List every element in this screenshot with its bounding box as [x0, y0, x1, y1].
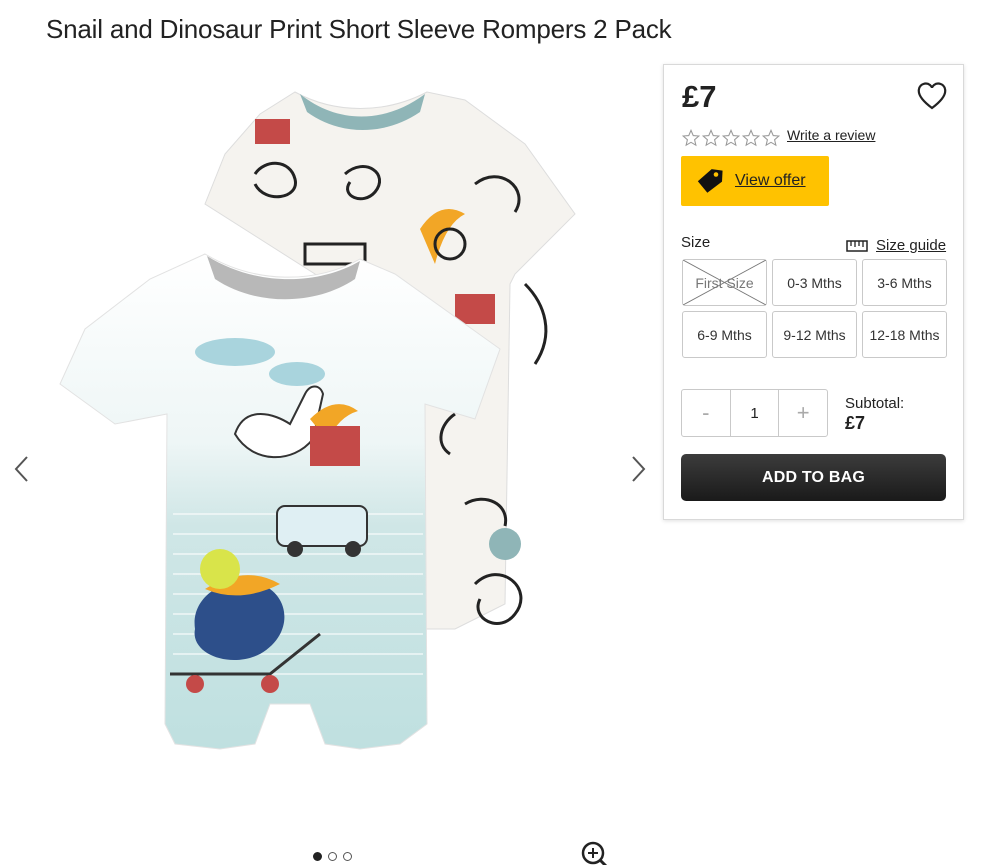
size-option-label: 6-9 Mths — [697, 326, 752, 343]
gallery-dot[interactable] — [313, 852, 322, 861]
product-price: £7 — [682, 79, 717, 114]
gallery-pagination — [313, 852, 352, 861]
product-gallery — [0, 62, 660, 865]
price-tag-icon — [697, 169, 723, 193]
size-option-3-6-mths[interactable]: 3-6 Mths — [862, 259, 947, 306]
size-option-label: 0-3 Mths — [787, 274, 842, 291]
subtotal-label: Subtotal: — [845, 395, 905, 412]
zoom-in-icon[interactable] — [580, 840, 610, 865]
unavailable-cross — [683, 260, 766, 305]
purchase-panel: £7 Write a review View offer Size Size g… — [663, 64, 964, 520]
size-guide-link[interactable]: Size guide — [846, 237, 946, 254]
size-option-label: 9-12 Mths — [783, 326, 846, 343]
heart-icon[interactable] — [916, 81, 948, 111]
star-empty-icon — [702, 129, 720, 147]
chevron-right-icon[interactable] — [626, 454, 650, 484]
size-option-12-18-mths[interactable]: 12-18 Mths — [862, 311, 947, 358]
quantity-stepper: - 1 + — [681, 389, 828, 437]
product-image[interactable] — [55, 84, 625, 814]
size-label: Size — [681, 234, 711, 251]
write-review-link[interactable]: Write a review — [787, 127, 875, 143]
add-to-bag-button[interactable]: ADD TO BAG — [681, 454, 946, 501]
star-empty-icon — [682, 129, 700, 147]
view-offer-button[interactable]: View offer — [681, 156, 829, 206]
star-empty-icon — [722, 129, 740, 147]
rating-stars — [682, 129, 780, 147]
size-option-first-size[interactable]: First Size — [682, 259, 767, 306]
quantity-value[interactable]: 1 — [729, 390, 780, 436]
size-option-label: 3-6 Mths — [877, 274, 932, 291]
size-option-6-9-mths[interactable]: 6-9 Mths — [682, 311, 767, 358]
ruler-icon — [846, 239, 868, 252]
subtotal-value: £7 — [845, 413, 866, 433]
product-title: Snail and Dinosaur Print Short Sleeve Ro… — [46, 14, 672, 44]
star-empty-icon — [742, 129, 760, 147]
increase-quantity-button[interactable]: + — [779, 390, 827, 436]
chevron-left-icon[interactable] — [10, 454, 34, 484]
star-empty-icon — [762, 129, 780, 147]
size-option-0-3-mths[interactable]: 0-3 Mths — [772, 259, 857, 306]
view-offer-label: View offer — [735, 172, 806, 189]
gallery-dot[interactable] — [328, 852, 337, 861]
size-option-9-12-mths[interactable]: 9-12 Mths — [772, 311, 857, 358]
decrease-quantity-button[interactable]: - — [682, 390, 730, 436]
size-options: First Size 0-3 Mths 3-6 Mths 6-9 Mths 9-… — [682, 259, 947, 358]
gallery-dot[interactable] — [343, 852, 352, 861]
size-guide-label: Size guide — [876, 237, 947, 254]
size-option-label: 12-18 Mths — [869, 326, 940, 343]
